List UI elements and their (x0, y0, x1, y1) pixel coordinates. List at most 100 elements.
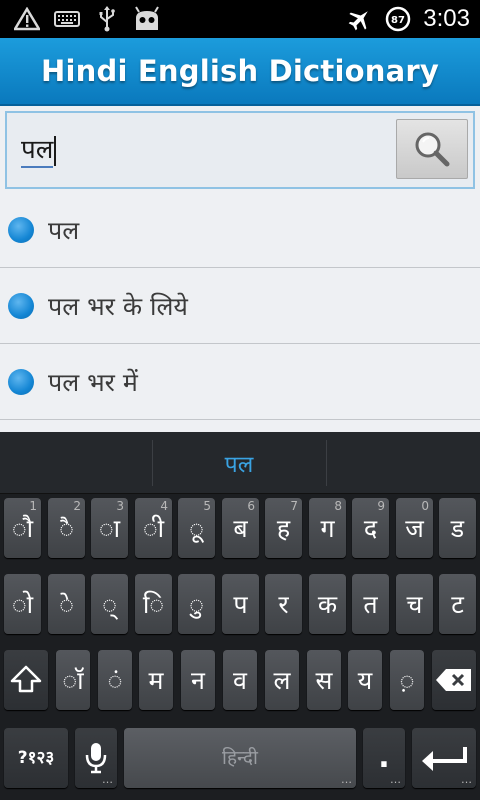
key[interactable]: ै 2 (48, 498, 85, 558)
key[interactable]: प (222, 574, 259, 634)
key-label: ल (273, 665, 291, 695)
search-button[interactable] (396, 119, 468, 179)
app-title-bar: Hindi English Dictionary (0, 38, 480, 106)
key[interactable]: द9 (352, 498, 389, 558)
key[interactable]: स (307, 650, 341, 710)
key[interactable]: ो (4, 574, 41, 634)
key[interactable]: ु (178, 574, 215, 634)
key[interactable]: ज0 (396, 498, 433, 558)
key-label: य (357, 665, 373, 695)
space-key[interactable]: हिन्दी … (124, 728, 356, 788)
key[interactable]: व (223, 650, 257, 710)
key[interactable]: क (309, 574, 346, 634)
key[interactable]: े (48, 574, 85, 634)
key-label: े (59, 589, 74, 619)
bullet-icon (8, 368, 34, 395)
key-label: ग (320, 513, 335, 543)
enter-key[interactable]: … (412, 728, 476, 788)
key-label: ब (233, 513, 248, 543)
key-label: ?१२३ (17, 747, 55, 768)
symbols-key[interactable]: ?१२३ (4, 728, 68, 788)
key[interactable]: ल (265, 650, 299, 710)
key-hint: 4 (160, 499, 168, 513)
suggestion-word[interactable]: पल (152, 432, 326, 494)
key-label: स (315, 665, 333, 695)
key-label: म (148, 665, 164, 695)
more-options-icon: … (461, 773, 472, 786)
key-label: ी (142, 513, 165, 543)
key[interactable]: ं (98, 650, 132, 710)
enter-arrow-icon (422, 747, 467, 771)
key[interactable]: ा 3 (91, 498, 128, 558)
key-label: हिन्दी (222, 746, 258, 769)
key-hint: 1 (29, 499, 37, 513)
backspace-key[interactable] (432, 650, 476, 710)
key[interactable]: ह7 (265, 498, 302, 558)
key-label: ट (451, 589, 464, 619)
key-hint: 2 (73, 499, 81, 513)
bullet-icon (8, 216, 34, 243)
more-options-icon: … (341, 773, 352, 786)
list-item[interactable]: पल भर में (0, 344, 480, 420)
usb-icon (92, 4, 122, 34)
list-item-text: पल भर में (48, 367, 138, 397)
backspace-icon (436, 669, 471, 691)
shift-arrow-icon (10, 665, 42, 693)
key-label: र (278, 589, 289, 619)
shift-key[interactable] (4, 650, 48, 710)
key-label: . (378, 740, 390, 775)
key-hint: 5 (203, 499, 211, 513)
key-label: च (406, 589, 423, 619)
warning-icon (12, 4, 42, 34)
key-label: ं (107, 665, 123, 695)
more-options-icon: … (102, 773, 113, 786)
key-label: ॉ (62, 665, 84, 695)
key[interactable]: ब6 (222, 498, 259, 558)
key[interactable]: य (348, 650, 382, 710)
key[interactable]: न (181, 650, 215, 710)
key[interactable]: च (396, 574, 433, 634)
key[interactable]: ग8 (309, 498, 346, 558)
battery-icon: 87 (383, 4, 413, 34)
key-label: ू (189, 513, 204, 543)
key-label: न (191, 665, 205, 695)
key[interactable]: ि (135, 574, 172, 634)
status-bar: 87 3:03 (0, 0, 480, 38)
key[interactable]: ़ (390, 650, 424, 710)
key-label: ह (276, 513, 291, 543)
search-bar: पल (5, 111, 475, 189)
key-label: त (363, 589, 378, 619)
key[interactable]: ू 5 (178, 498, 215, 558)
key[interactable]: ड (439, 498, 476, 558)
key[interactable]: त (352, 574, 389, 634)
key-hint: 8 (334, 499, 342, 513)
search-icon (415, 132, 450, 167)
key[interactable]: ौ 1 (4, 498, 41, 558)
key[interactable]: ट (439, 574, 476, 634)
list-item-text: पल (48, 215, 80, 245)
key-hint: 0 (421, 499, 429, 513)
key[interactable]: र (265, 574, 302, 634)
search-input[interactable]: पल (21, 131, 57, 171)
list-item-text: पल भर के लिये (48, 291, 188, 321)
key[interactable]: ी 4 (135, 498, 172, 558)
voice-input-key[interactable]: … (75, 728, 117, 788)
more-options-icon: … (390, 773, 401, 786)
key-label: ु (189, 589, 204, 619)
key[interactable]: ् (91, 574, 128, 634)
keyboard-icon (52, 4, 82, 34)
key-label: ै (59, 513, 74, 543)
key-label: ड (450, 513, 465, 543)
result-list: पल पल भर के लिये पल भर में (0, 192, 480, 420)
key[interactable]: म (139, 650, 173, 710)
list-item[interactable]: पल भर के लिये (0, 268, 480, 344)
period-key[interactable]: .… (363, 728, 405, 788)
key[interactable]: ॉ (56, 650, 90, 710)
bullet-icon (8, 292, 34, 319)
key-label: ़ (399, 665, 415, 695)
key-hint: 9 (377, 499, 385, 513)
soft-keyboard: पल ौ 1 ै 2 ा 3 ी 4 ू 5 ब6 ह7 ग8 द9 ज0 ड ो े ्… (0, 432, 480, 800)
main-content: पल पल पल भर के लिये पल भर में (0, 106, 480, 432)
key-hint: 7 (290, 499, 298, 513)
list-item[interactable]: पल (0, 192, 480, 268)
